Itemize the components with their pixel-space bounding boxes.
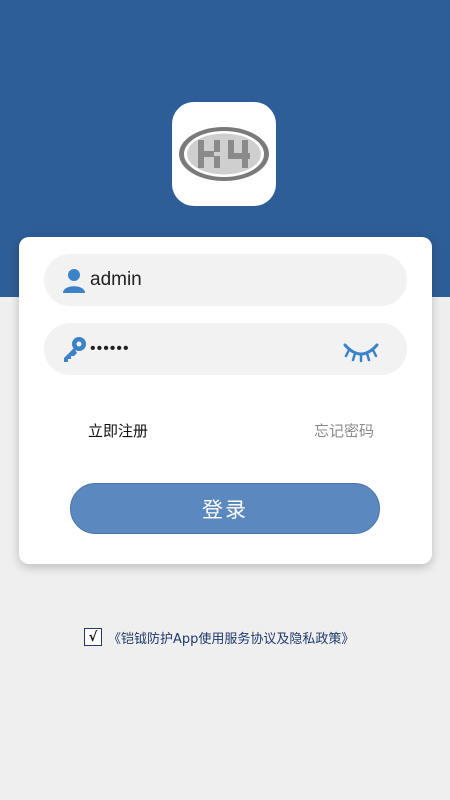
forgot-password-link[interactable]: 忘记密码: [314, 420, 374, 441]
agreement-row: √ 《铠钺防护App使用服务协议及隐私政策》: [84, 627, 354, 647]
key-icon: [64, 337, 86, 362]
username-field[interactable]: [44, 254, 407, 306]
agreement-link[interactable]: 《铠钺防护App使用服务协议及隐私政策》: [108, 628, 354, 647]
login-button[interactable]: 登录: [70, 483, 380, 534]
password-input[interactable]: [90, 323, 360, 375]
login-card: 立即注册 忘记密码 登录: [19, 237, 432, 564]
eye-closed-icon[interactable]: [341, 335, 381, 363]
agreement-checkbox[interactable]: √: [84, 628, 102, 646]
username-input[interactable]: [90, 254, 360, 306]
app-logo: [172, 102, 276, 206]
password-field[interactable]: [44, 323, 407, 375]
register-link[interactable]: 立即注册: [88, 420, 148, 441]
k4-logo-icon: [179, 127, 269, 181]
user-icon: [63, 269, 85, 293]
